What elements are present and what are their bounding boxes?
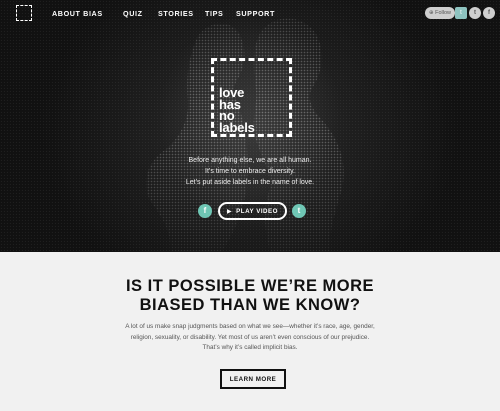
nav-tips[interactable]: TIPS bbox=[205, 9, 223, 18]
body-line: That’s why it’s called implicit bias. bbox=[202, 344, 298, 351]
follow-count-badge: t bbox=[455, 7, 467, 19]
twitter-share-icon[interactable]: t bbox=[292, 204, 306, 218]
section-headline: IS IT POSSIBLE WE’RE MORE BIASED THAN WE… bbox=[60, 277, 440, 315]
facebook-icon[interactable]: f bbox=[483, 7, 495, 19]
love-has-no-labels-logo: love has no labels bbox=[211, 58, 292, 137]
headline-line: IS IT POSSIBLE WE’RE MORE bbox=[125, 277, 375, 295]
facebook-share-icon[interactable]: f bbox=[198, 204, 212, 218]
follow-label: Follow bbox=[435, 10, 452, 16]
nav-quiz[interactable]: QUIZ bbox=[123, 9, 143, 18]
top-navigation: ABOUT BIAS QUIZ STORIES TIPS SUPPORT ⊕ F… bbox=[0, 0, 500, 26]
nav-about-bias[interactable]: ABOUT BIAS bbox=[52, 9, 103, 18]
play-video-label: PLAY VIDEO bbox=[236, 207, 278, 215]
nav-support[interactable]: SUPPORT bbox=[236, 9, 275, 18]
play-video-button[interactable]: ▶ PLAY VIDEO bbox=[218, 202, 287, 220]
section-body: A lot of us make snap judgments based on… bbox=[110, 322, 390, 354]
tagline-line: It’s time to embrace diversity. bbox=[205, 168, 295, 175]
body-line: religion, sexuality, or disability. Yet … bbox=[130, 333, 370, 341]
headline-line: BIASED THAN WE KNOW? bbox=[139, 296, 361, 314]
play-icon: ▶ bbox=[227, 208, 233, 215]
tagline-line: Before anything else, we are all human. bbox=[188, 157, 312, 164]
follow-icon: ⊕ bbox=[429, 10, 434, 16]
twitter-icon[interactable]: t bbox=[469, 7, 481, 19]
tagline-line: Let’s put aside labels in the name of lo… bbox=[185, 179, 315, 186]
nav-stories[interactable]: STORIES bbox=[158, 9, 194, 18]
site-logo[interactable] bbox=[16, 5, 32, 21]
logo-line: labels bbox=[219, 119, 255, 135]
hero-tagline: Before anything else, we are all human. … bbox=[150, 155, 350, 188]
follow-button[interactable]: ⊕ Follow bbox=[425, 7, 455, 19]
hero-section: ABOUT BIAS QUIZ STORIES TIPS SUPPORT ⊕ F… bbox=[0, 0, 500, 252]
body-line: A lot of us make snap judgments based on… bbox=[125, 323, 375, 330]
learn-more-button[interactable]: LEARN MORE bbox=[220, 369, 286, 389]
